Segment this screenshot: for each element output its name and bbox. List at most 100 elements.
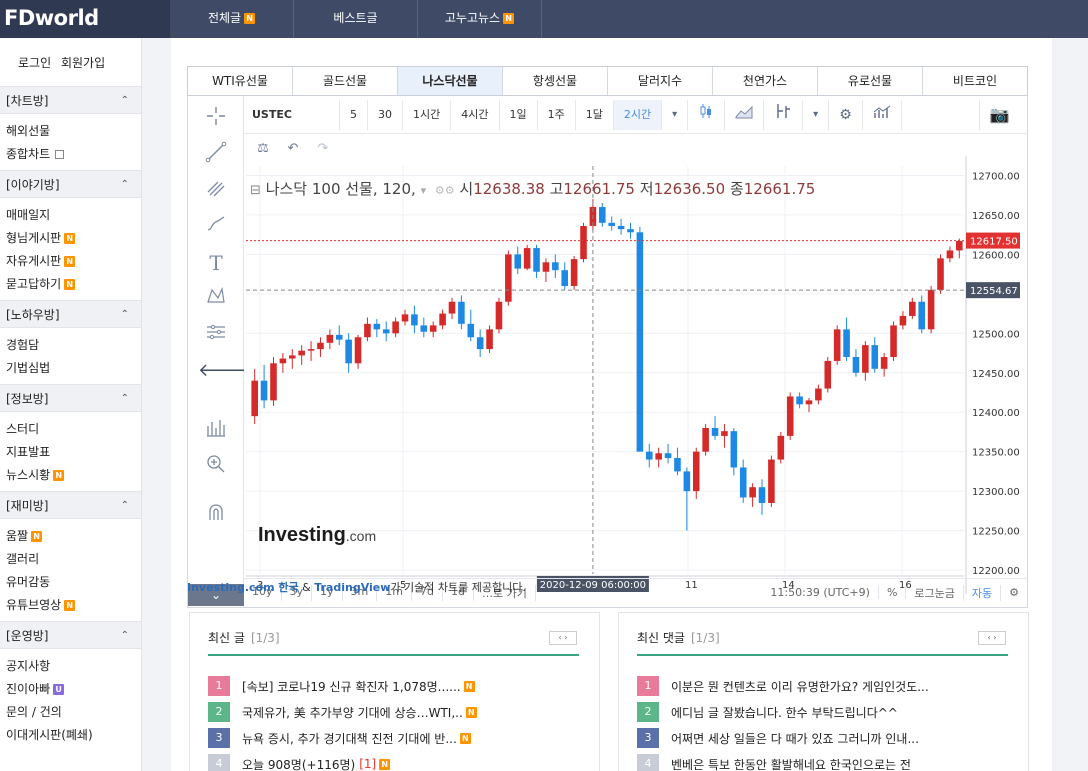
tab-market[interactable]: 달러지수 (608, 67, 713, 95)
chevron-up-icon[interactable]: ⌃ (121, 385, 129, 413)
scale-icon[interactable]: ⚖ (248, 136, 278, 162)
compare-dropdown-icon[interactable]: ▾ (803, 99, 830, 130)
sidebar-section-header[interactable]: [차트방] ⌃ (0, 86, 141, 114)
nav-news[interactable]: 고누고뉴스 N (418, 0, 542, 38)
sidebar-item[interactable]: 지표발표 (6, 441, 141, 464)
site-logo[interactable]: FDworld (0, 0, 170, 38)
chevron-up-icon[interactable]: ⌃ (121, 171, 129, 199)
back-arrow-icon[interactable]: 🡐 (198, 356, 246, 386)
list-item[interactable]: 4 벤베은 특보 한동안 활발해네요 한국인으로는 전 (637, 751, 1018, 771)
high-value: 12661.75 (563, 180, 635, 198)
sidebar-section-header[interactable]: [재미방] ⌃ (0, 491, 141, 519)
list-item[interactable]: 3 뉴욕 증시, 추가 경기대책 진전 기대에 반... N (208, 725, 589, 751)
tab-market[interactable]: WTI유선물 (188, 67, 293, 95)
list-item[interactable]: 1 이분은 뭔 컨텐츠로 이리 유명한가요? 게임인것도... (637, 673, 1018, 699)
tab-market[interactable]: 천연가스 (713, 67, 818, 95)
interval-button[interactable]: 5 (340, 99, 368, 130)
tab-market[interactable]: 비트코인 (923, 67, 1027, 95)
interval-dropdown-icon[interactable]: ▾ (662, 99, 689, 130)
redo-icon[interactable]: ↷ (308, 136, 338, 162)
sidebar-item[interactable]: 해외선물 (6, 120, 141, 143)
log-scale-toggle[interactable]: 로그눈금 (906, 584, 964, 601)
undo-icon[interactable]: ↶ (278, 136, 308, 162)
candle-style-icon[interactable] (688, 99, 726, 130)
chevron-up-icon[interactable]: ⌃ (121, 301, 129, 329)
list-item[interactable]: 1 [속보] 코로나19 신규 확진자 1,078명...... N (208, 673, 589, 699)
y-tick-label: 12500.00 (972, 329, 1020, 340)
login-link[interactable]: 로그인 (18, 56, 51, 70)
chevron-up-icon[interactable]: ⌃ (121, 622, 129, 650)
sidebar-item[interactable]: 형님게시판 N (6, 227, 141, 250)
sidebar-item[interactable]: 종합차트 (6, 143, 141, 166)
sidebar-section-header[interactable]: [노하우방] ⌃ (0, 300, 141, 328)
scale-settings-icon[interactable]: ⚙ (1001, 586, 1027, 599)
crosshair-icon[interactable] (198, 104, 234, 134)
list-item[interactable]: 3 어쩌면 세상 일들은 다 때가 있죠 그러니까 인내... (637, 725, 1018, 751)
camera-icon[interactable]: 📷 (979, 100, 1019, 130)
chevron-up-icon[interactable]: ⌃ (121, 87, 129, 115)
sidebar-item[interactable]: 스터디 (6, 418, 141, 441)
section-title: [노하우방] (6, 308, 60, 322)
measure-icon[interactable] (198, 320, 234, 350)
investing-link[interactable]: Investing.com 한국 (187, 581, 299, 594)
sidebar-item[interactable]: 뉴스시황 N (6, 464, 141, 487)
candle-body (730, 431, 738, 468)
sidebar-item[interactable]: 유머감동 (6, 571, 141, 594)
percent-toggle[interactable]: % (879, 586, 907, 599)
interval-button[interactable]: 1달 (576, 99, 614, 130)
interval-button[interactable]: 1일 (500, 99, 538, 130)
sidebar-section-header[interactable]: [운영방] ⌃ (0, 621, 141, 649)
list-item[interactable]: 4 오늘 908명(+116명) [1] N (208, 751, 589, 771)
interval-button[interactable]: 1주 (538, 99, 576, 130)
indicators-icon[interactable] (863, 99, 902, 130)
sidebar-item[interactable]: 매매일지 (6, 204, 141, 227)
sidebar-item[interactable]: 진이아빠 U (6, 678, 141, 701)
sidebar-section-header[interactable]: [이야기방] ⌃ (0, 170, 141, 198)
chevron-up-icon[interactable]: ⌃ (121, 492, 129, 520)
sidebar-item[interactable]: 유튜브영상 N (6, 594, 141, 617)
sidebar-section-header[interactable]: [정보방] ⌃ (0, 384, 141, 412)
sidebar-item[interactable]: 문의 / 건의 (6, 701, 141, 724)
nav-all-posts[interactable]: 전체글 N (170, 0, 294, 38)
interval-button[interactable]: 30 (368, 99, 403, 130)
sidebar-item[interactable]: 묻고답하기 N (6, 273, 141, 296)
fib-tool-icon[interactable] (198, 176, 234, 206)
tab-market[interactable]: 유로선물 (818, 67, 923, 95)
collapse-legend-icon[interactable]: ⊟ (250, 183, 261, 198)
sidebar-item[interactable]: 이대게시판(폐쇄) (6, 724, 141, 747)
interval-button[interactable]: 4시간 (451, 99, 500, 130)
list-item[interactable]: 2 에디님 글 잘봤습니다. 한수 부탁드립니다^^ (637, 699, 1018, 725)
signup-link[interactable]: 회원가입 (61, 56, 105, 70)
pattern-icon[interactable] (198, 284, 234, 314)
interval-button[interactable]: 1시간 (403, 99, 452, 130)
sidebar-item[interactable]: 움짤 N (6, 525, 141, 548)
sidebar-item[interactable]: 경험담 (6, 334, 141, 357)
auto-scale-toggle[interactable]: 자동 (964, 584, 1002, 601)
pager-arrows[interactable]: ‹ › (978, 631, 1006, 645)
magnet-icon[interactable] (198, 500, 234, 530)
symbol-input[interactable]: USTEC (244, 99, 340, 130)
interval-button[interactable]: 2시간 (613, 99, 663, 130)
secondary-toolbar: ⚖ ↶ ↷ (244, 134, 338, 164)
sidebar-item[interactable]: 자유게시판 N (6, 250, 141, 273)
sidebar-item[interactable]: 기법심법 (6, 357, 141, 380)
nav-best-posts[interactable]: 베스트글 (294, 0, 418, 38)
legend-dropdown-icon[interactable]: ▾ (421, 184, 427, 197)
tab-market[interactable]: 나스닥선물 (398, 67, 503, 95)
brush-icon[interactable] (198, 212, 234, 242)
sidebar-item[interactable]: 갤러리 (6, 548, 141, 571)
settings-icon[interactable]: ⚙ (829, 99, 863, 130)
legend-visibility-icon[interactable]: ⚙⚙ (435, 184, 455, 197)
text-tool-icon[interactable]: T (198, 248, 234, 278)
tab-market[interactable]: 골드선물 (293, 67, 398, 95)
pager-arrows[interactable]: ‹ › (549, 631, 577, 645)
sidebar-item[interactable]: 공지사항 (6, 655, 141, 678)
indicator-icon[interactable] (198, 416, 234, 446)
tab-market[interactable]: 항셍선물 (503, 67, 608, 95)
area-chart-icon[interactable] (725, 99, 765, 130)
tradingview-link[interactable]: TradingView (314, 581, 390, 594)
compare-icon[interactable] (764, 99, 804, 130)
zoom-icon[interactable] (198, 452, 234, 482)
trend-line-icon[interactable] (198, 140, 234, 170)
list-item[interactable]: 2 국제유가, 美 추가부양 기대에 상승…WTI,.. N (208, 699, 589, 725)
